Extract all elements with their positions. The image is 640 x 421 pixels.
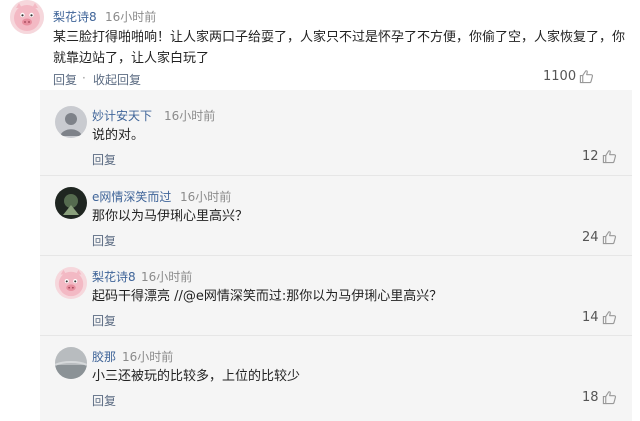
thumbs-up-icon [602,150,616,164]
like-button[interactable]: 1100 [543,69,594,84]
thumbs-up-icon [602,391,616,405]
reply-username[interactable]: e网情深笑而过 [92,188,171,205]
reply-timestamp: 16小时前 [164,109,216,123]
action-separator: · [82,71,86,85]
reply-text: 说的对。 [92,128,145,143]
reply-item: 梨花诗8 16小时前 起码干得漂亮 //@e网情深笑而过:那你以为马伊琍心里高兴… [40,255,632,336]
avatar-jiaona[interactable] [55,347,87,379]
like-button[interactable]: 12 [582,149,617,164]
like-count: 14 [582,310,599,325]
reply-button[interactable]: 回复 [92,232,116,249]
reply-button[interactable]: 回复 [53,71,77,88]
comment-timestamp: 16小时前 [105,10,157,24]
reply-username[interactable]: 妙计安天下 [92,107,152,124]
comment-text-line: 某三脸打得啪啪响！让人家两口子给耍了，人家只不过是怀孕了不方便，你偷了空，人家恢… [53,30,626,45]
comment-text-line: 就靠边站了，让人家白玩了 [53,51,210,66]
avatar-miaoji[interactable] [55,106,87,138]
reply-item: e网情深笑而过 16小时前 那你以为马伊琍心里高兴？ 回复 24 [40,175,632,256]
comment-text: 某三脸打得啪啪响！让人家两口子给耍了，人家只不过是怀孕了不方便，你偷了空，人家恢… [53,27,633,69]
reply-text: 那你以为马伊琍心里高兴？ [92,209,249,224]
reply-button[interactable]: 回复 [92,312,116,329]
replies-panel: 妙计安天下 16小时前 说的对。 回复 12 e网情深笑而过 16小时前 那你以… [40,90,632,421]
avatar-pig-image [10,0,44,34]
reply-timestamp: 16小时前 [180,190,232,204]
reply-username[interactable]: 梨花诗8 [92,268,136,285]
like-count: 18 [582,390,599,405]
avatar-image [55,187,87,219]
avatar-image [55,347,87,379]
like-count: 12 [582,149,599,164]
reply-item: 胶那 16小时前 小三还被玩的比较多，上位的比较少 回复 18 [40,335,632,416]
reply-button[interactable]: 回复 [92,151,116,168]
thumbs-up-icon [602,311,616,325]
avatar-ewang[interactable] [55,187,87,219]
reply-button[interactable]: 回复 [92,392,116,409]
avatar-pig-image [55,267,87,299]
avatar-image [55,106,87,138]
like-button[interactable]: 18 [582,390,617,405]
thumbs-up-icon [579,70,594,84]
avatar-lihuashi[interactable] [10,0,44,34]
reply-timestamp: 16小时前 [122,350,174,364]
like-button[interactable]: 24 [582,230,617,245]
reply-username[interactable]: 胶那 [92,348,116,365]
reply-item: 妙计安天下 16小时前 说的对。 回复 12 [40,95,632,175]
reply-text: 起码干得漂亮 //@e网情深笑而过:那你以为马伊琍心里高兴？ [92,289,443,304]
like-count: 1100 [543,69,577,84]
reply-text: 小三还被玩的比较多，上位的比较少 [92,369,301,384]
avatar-lihuashi[interactable] [55,267,87,299]
collapse-replies-button[interactable]: 收起回复 [93,71,141,88]
comment-username[interactable]: 梨花诗8 [53,8,97,25]
thumbs-up-icon [602,231,616,245]
top-comment: 梨花诗8 16小时前 某三脸打得啪啪响！让人家两口子给耍了，人家只不过是怀孕了不… [0,0,640,89]
like-count: 24 [582,230,599,245]
like-button[interactable]: 14 [582,310,617,325]
reply-timestamp: 16小时前 [141,270,193,284]
